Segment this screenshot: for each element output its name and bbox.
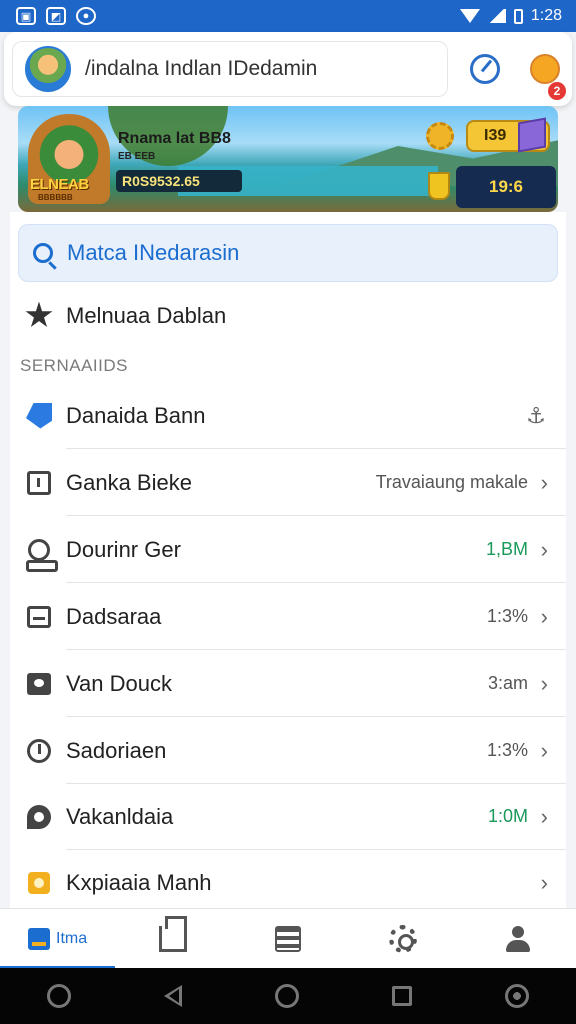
search-icon (33, 243, 53, 263)
status-bar: ▣ ◩ ● 1:28 (0, 0, 576, 32)
list-item[interactable]: Kxpiaaia Manh › (10, 849, 566, 912)
nav-tab-profile[interactable] (461, 909, 576, 969)
wifi-icon (459, 9, 480, 23)
status-time: 1:28 (530, 7, 562, 24)
list-item[interactable]: Sadoriaen 1:3% › (10, 717, 566, 784)
home-circle-icon[interactable] (274, 984, 299, 1008)
status-left-icons: ▣ ◩ ● (16, 7, 96, 25)
trophy-icon (428, 172, 450, 200)
list-item-value: 1:3% (486, 740, 528, 760)
assistant-icon[interactable] (46, 984, 71, 1008)
list-icon (274, 926, 301, 952)
list-item-label: Vakanldaia (66, 803, 174, 829)
section-title: SERNAAIIDS (20, 356, 128, 375)
chevron-right-icon: › (540, 603, 548, 629)
header-search-text: /indalna Indlan IDedamin (85, 57, 318, 80)
list-item-value: 3:am (487, 673, 528, 693)
favorites-label: Melnuaa Dablan (66, 302, 227, 328)
list-item[interactable]: Dourinr Ger 1,BM › (10, 516, 566, 583)
search-bar[interactable]: Matca INedarasin (18, 224, 558, 282)
account-icon[interactable] (505, 984, 530, 1008)
anchor-icon[interactable]: ⚓ (526, 403, 546, 429)
home-icon (28, 928, 51, 950)
list-item[interactable]: Van Douck 3:am › (10, 650, 566, 717)
game-banner[interactable]: ELNEAB BBBBBB Rnama lat BB8 EB EEB R0S95… (18, 106, 558, 212)
user-icon (26, 538, 58, 572)
search-bar-label: Matca INedarasin (67, 240, 240, 265)
list-item-value: 1:3% (486, 606, 528, 626)
notification-badge: 2 (548, 82, 566, 100)
game-logo: ELNEAB (30, 176, 89, 193)
chevron-right-icon: › (540, 469, 548, 495)
list-item-label: Dadsaraa (66, 603, 162, 629)
avatar[interactable] (25, 46, 71, 92)
notification-icon: ● (76, 7, 96, 25)
system-nav-bar (0, 968, 576, 1024)
list-item-value: Travaiaung makale (375, 472, 528, 492)
bottom-nav: Itma (0, 908, 576, 969)
chevron-right-icon: › (540, 869, 548, 895)
game-logo-sub: BBBBBB (38, 193, 73, 202)
list-item[interactable]: Ganka Bieke Travaiaung makale › (10, 449, 566, 516)
banner-gear-icon[interactable] (426, 122, 454, 150)
list-item-label: Danaida Bann (66, 402, 206, 428)
list-item-value: 1,BM (485, 539, 528, 559)
gem-counter[interactable]: 19:6 (456, 166, 556, 208)
chevron-right-icon: › (540, 536, 548, 562)
signal-icon (487, 9, 506, 23)
list-item[interactable]: Dadsaraa 1:3% › (10, 583, 566, 650)
top-header: /indalna Indlan IDedamin 2 (4, 32, 572, 106)
tag-icon (26, 402, 52, 429)
chat-icon (27, 804, 51, 829)
profile-icon (506, 926, 531, 952)
list-item-label: Dourinr Ger (66, 536, 181, 562)
tray-icon (27, 605, 51, 628)
list-item-value: 1:0M (487, 806, 528, 826)
nav-tab-home[interactable]: Itma (0, 909, 116, 969)
chevron-right-icon: › (540, 737, 548, 763)
list-item-label: Sadoriaen (66, 737, 167, 763)
chevron-right-icon: › (540, 803, 548, 829)
building-icon (158, 916, 187, 952)
cube-icon (518, 117, 546, 153)
favorites-row[interactable]: Melnuaa Dablan (10, 282, 566, 349)
back-icon[interactable] (163, 985, 182, 1007)
clock-icon (27, 738, 51, 763)
header-search-box[interactable]: /indalna Indlan IDedamin (12, 41, 448, 97)
compass-icon[interactable] (470, 54, 500, 84)
banner-subtitle: EB EEB (118, 151, 156, 162)
nav-tab-list[interactable] (230, 909, 345, 969)
star-icon (25, 301, 53, 327)
bell-icon[interactable] (530, 54, 560, 84)
list-item-label: Ganka Bieke (66, 469, 192, 495)
list-item[interactable]: Danaida Bann ⚓ (10, 382, 566, 449)
banner-title: Rnama lat BB8 (118, 130, 231, 147)
list-item-label: Kxpiaaia Manh (66, 869, 212, 895)
status-right-icons: 1:28 (459, 7, 562, 25)
box-icon (27, 470, 51, 495)
settings-icon (389, 925, 418, 953)
nav-tab-building[interactable] (115, 909, 230, 969)
chevron-right-icon: › (540, 670, 548, 696)
nav-tab-settings[interactable] (346, 909, 461, 969)
camera-icon (27, 672, 51, 695)
recents-icon[interactable] (392, 986, 413, 1006)
battery-icon (513, 8, 523, 24)
banner-stat: R0S9532.65 (116, 170, 242, 192)
nav-home-label: Itma (56, 930, 88, 947)
photo-icon: ◩ (46, 7, 66, 25)
list-item[interactable]: Vakanldaia 1:0M › (10, 783, 566, 850)
main-list: Matca INedarasin Melnuaa Dablan SERNAAII… (10, 212, 566, 912)
list-item-label: Van Douck (66, 670, 172, 696)
sim-icon: ▣ (16, 7, 36, 25)
square-icon (28, 871, 50, 894)
